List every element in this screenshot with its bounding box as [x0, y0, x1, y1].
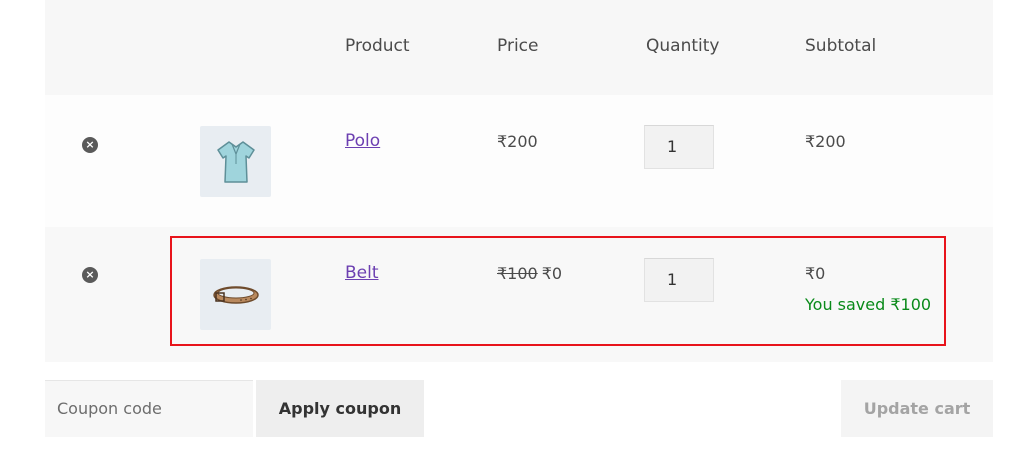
quantity-input[interactable]: 1	[644, 125, 714, 169]
column-header-price: Price	[497, 36, 539, 56]
column-header-quantity: Quantity	[646, 36, 720, 56]
product-thumbnail-polo[interactable]	[200, 126, 271, 197]
item-price: ₹200	[497, 132, 538, 151]
coupon-code-input[interactable]: Coupon code	[45, 380, 253, 437]
column-header-product: Product	[345, 36, 410, 56]
remove-item-icon[interactable]: ×	[82, 137, 98, 153]
cart-header-row: Product Price Quantity Subtotal	[45, 0, 993, 95]
cart-item-row-polo: × Polo ₹200 1 ₹200	[45, 95, 993, 227]
apply-coupon-button[interactable]: Apply coupon	[256, 380, 424, 437]
item-subtotal: ₹200	[805, 132, 846, 151]
cart-actions: Coupon code Apply coupon Update cart	[45, 380, 993, 437]
update-cart-button[interactable]: Update cart	[841, 380, 993, 437]
column-header-subtotal: Subtotal	[805, 36, 877, 56]
highlight-annotation-box	[170, 236, 946, 346]
remove-item-icon[interactable]: ×	[82, 267, 98, 283]
product-link-polo[interactable]: Polo	[345, 131, 380, 151]
polo-shirt-icon	[216, 140, 255, 183]
